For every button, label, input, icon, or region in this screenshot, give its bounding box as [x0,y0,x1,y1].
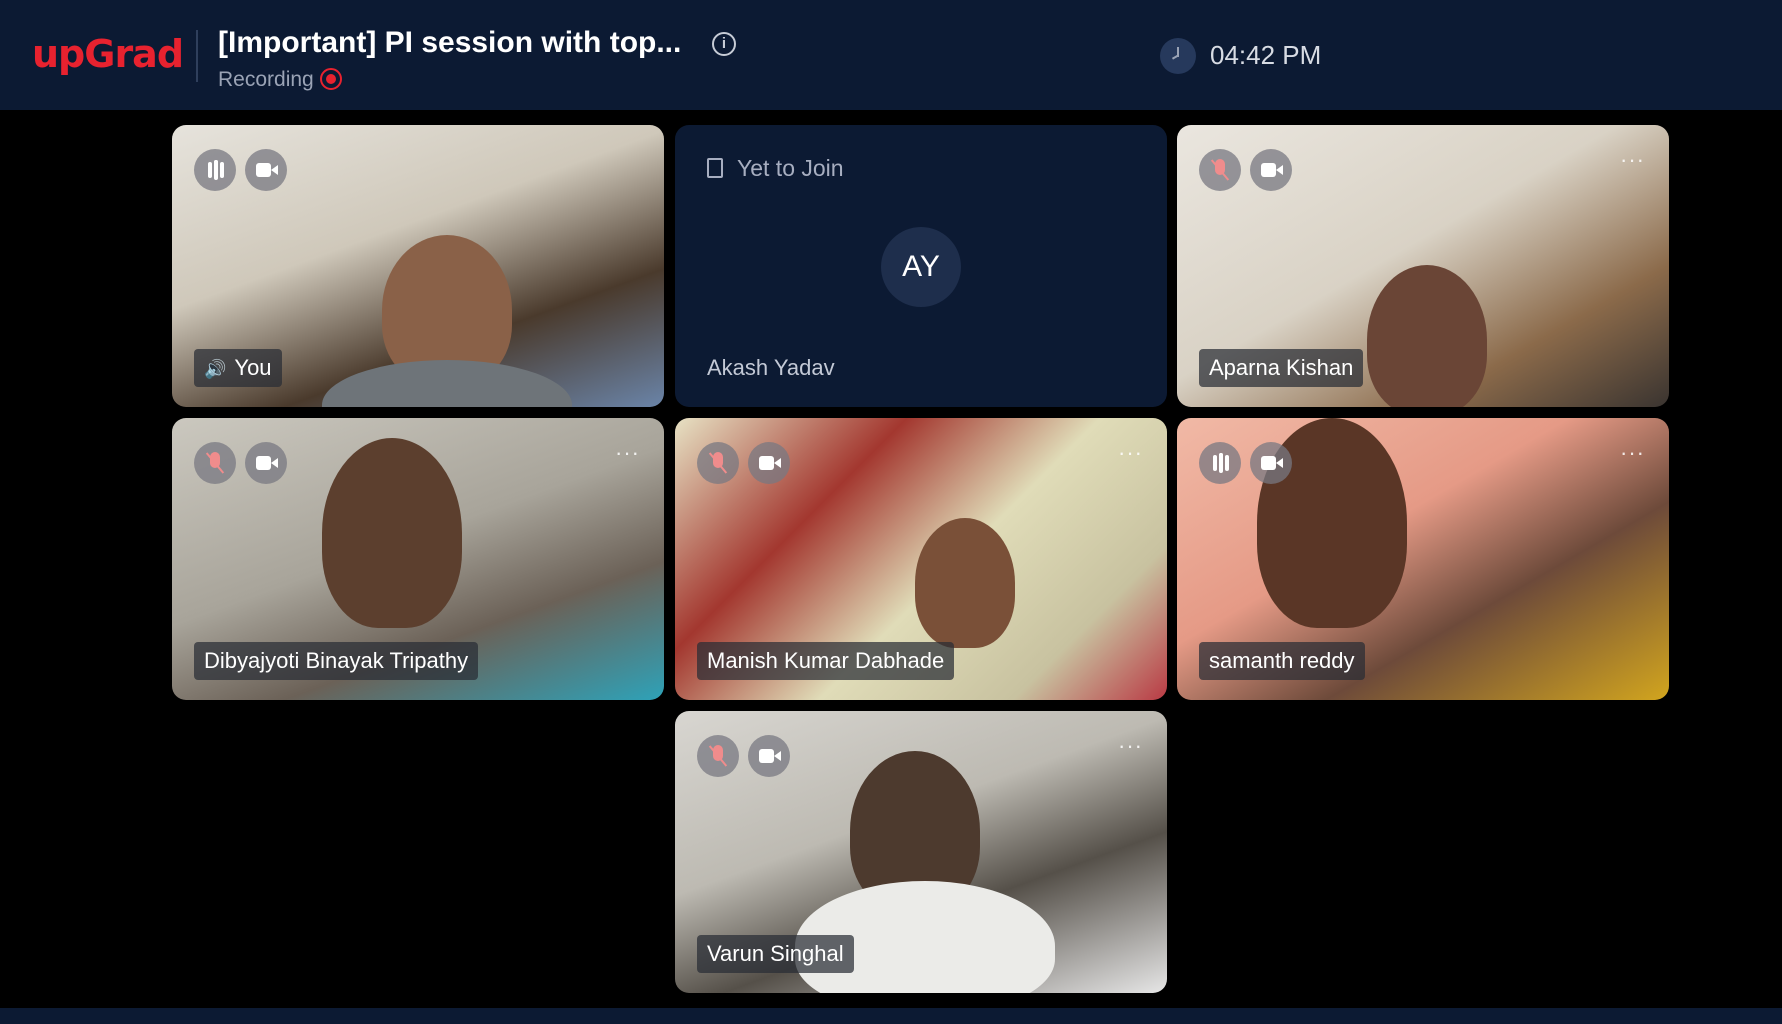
more-options-icon[interactable]: ··· [1118,440,1143,466]
meeting-time: 04:42 PM [1210,40,1322,70]
video-tile-samanth[interactable]: ··· samanth reddy [1177,418,1669,700]
mic-muted-icon[interactable] [697,735,739,777]
camera-icon[interactable] [748,442,790,484]
top-bar: upGrad [Important] PI session with top..… [0,0,1782,110]
camera-icon[interactable] [1250,149,1292,191]
participant-name-tag: Manish Kumar Dabhade [697,642,955,680]
status-text: Yet to Join [737,155,844,181]
upgrad-logo: upGrad [32,32,184,76]
mic-muted-icon[interactable] [1199,149,1241,191]
recording-indicator-icon [320,68,342,90]
yet-to-join-status: Yet to Join [707,155,844,182]
participant-video [322,438,462,628]
session-title: [Important] PI session with top... [218,26,682,59]
camera-icon[interactable] [1250,442,1292,484]
more-options-icon[interactable]: ··· [1620,147,1645,173]
participant-name: Akash Yadav [707,355,835,380]
video-tile-varun[interactable]: ··· Varun Singhal [675,711,1167,993]
video-tile-aparna-kishan[interactable]: ··· Aparna Kishan [1177,125,1669,407]
participant-name-tag: 🔊 You [194,349,282,387]
camera-icon[interactable] [245,149,287,191]
bottom-toolbar [0,1008,1782,1024]
video-tile-dibyajyoti[interactable]: ··· Dibyajyoti Binayak Tripathy [172,418,664,700]
exit-door-icon [707,158,723,178]
mic-muted-icon[interactable] [194,442,236,484]
clock-icon [1160,38,1196,74]
participant-name-tag: Dibyajyoti Binayak Tripathy [194,642,479,680]
speaker-icon: 🔊 [204,359,227,379]
more-options-icon[interactable]: ··· [1118,733,1143,759]
recording-label: Recording [218,68,314,91]
video-tile-you[interactable]: 🔊 You [172,125,664,407]
camera-icon[interactable] [748,735,790,777]
more-options-icon[interactable]: ··· [615,440,640,466]
participant-video [915,518,1015,648]
video-tile-akash-yadav[interactable]: Yet to Join AY Akash Yadav [675,125,1167,407]
camera-icon[interactable] [245,442,287,484]
participant-name-tag: Varun Singhal [697,935,854,973]
participant-name-tag: samanth reddy [1199,642,1365,680]
mic-muted-icon[interactable] [697,442,739,484]
info-icon[interactable]: i [712,32,736,56]
audio-level-icon[interactable] [1199,442,1241,484]
participant-name: You [234,355,272,380]
more-options-icon[interactable]: ··· [1620,440,1645,466]
participant-body [322,360,572,407]
video-tile-manish[interactable]: ··· Manish Kumar Dabhade [675,418,1167,700]
header-divider [196,30,198,82]
participant-video [1367,265,1487,407]
audio-level-icon[interactable] [194,149,236,191]
participant-name-tag: Aparna Kishan [1199,349,1364,387]
avatar: AY [881,227,961,307]
